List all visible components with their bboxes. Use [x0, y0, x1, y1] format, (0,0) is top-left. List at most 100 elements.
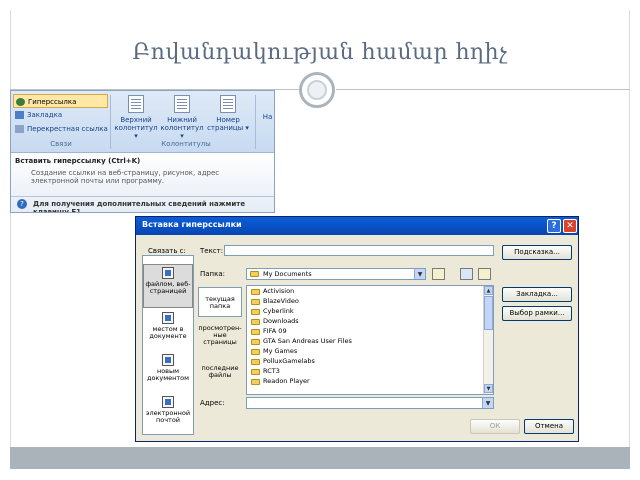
- header-label-1: Верхний: [120, 116, 152, 124]
- folder-icon: [251, 379, 260, 385]
- page-number-label-2: страницы ▾: [207, 124, 249, 132]
- list-item[interactable]: FIFA 09: [251, 327, 287, 336]
- folder-icon: [251, 359, 260, 365]
- link-to-new-document[interactable]: новым документом: [143, 352, 193, 392]
- footer-label-1: Нижний: [167, 116, 197, 124]
- file-list[interactable]: Activision BlazeVideo Cyberlink Download…: [246, 285, 494, 395]
- scroll-down-icon[interactable]: ▼: [484, 384, 493, 393]
- folder-icon: [251, 309, 260, 315]
- list-item[interactable]: BlazeVideo: [251, 297, 299, 306]
- link-to-email[interactable]: электронной почтой: [143, 394, 193, 434]
- slide-border-left: [10, 10, 11, 447]
- link-to-file-webpage[interactable]: файлом, веб- страницей: [143, 264, 193, 308]
- folder-icon: [251, 329, 260, 335]
- browse-file-icon[interactable]: [478, 268, 491, 280]
- folder-icon: [251, 339, 260, 345]
- dialog-titlebar: Вставка гиперссылки ? ✕: [136, 217, 578, 235]
- title-rule-right: [336, 89, 630, 90]
- list-item[interactable]: My Games: [251, 347, 297, 356]
- bookmark-label: Закладка: [27, 111, 63, 119]
- screentip-button[interactable]: Подсказка...: [502, 245, 572, 260]
- up-folder-icon[interactable]: [432, 268, 445, 280]
- ribbon-panel: Гиперссылка Закладка Перекрестная ссылка…: [11, 91, 274, 155]
- target-frame-button[interactable]: Выбор рамки...: [502, 306, 572, 321]
- ribbon-separator: [110, 95, 111, 149]
- list-item[interactable]: PolluxGamelabs: [251, 357, 315, 366]
- help-icon: ?: [17, 199, 27, 209]
- bookmark-icon: [15, 111, 24, 119]
- link-to-label: Связать с:: [148, 247, 186, 255]
- decorative-ring-icon: [299, 72, 335, 108]
- help-button[interactable]: ?: [547, 219, 561, 233]
- folder-label: Папка:: [200, 270, 226, 278]
- list-item[interactable]: Readon Player: [251, 377, 310, 386]
- place-in-document-icon: [162, 312, 174, 324]
- link-to-file-label-2: страницей: [149, 287, 187, 295]
- browsed-pages-label-2: ные страницы: [203, 331, 237, 346]
- link-to-email-label-2: почтой: [155, 416, 181, 424]
- list-item[interactable]: RCT3: [251, 367, 280, 376]
- tooltip-body: Создание ссылки на веб-страницу, рисунок…: [31, 169, 220, 185]
- link-to-new-label-2: документом: [146, 374, 190, 382]
- text-label: Текст:: [200, 247, 224, 255]
- slide-footer-bar: [10, 447, 630, 469]
- link-to-place-in-document[interactable]: местом в документе: [143, 310, 193, 350]
- address-label: Адрес:: [200, 399, 225, 407]
- list-item[interactable]: Downloads: [251, 317, 299, 326]
- search-web-icon[interactable]: [460, 268, 473, 280]
- page-number-button[interactable]: Номер страницы ▾: [206, 95, 250, 137]
- folder-icon: [251, 369, 260, 375]
- list-item[interactable]: Activision: [251, 287, 294, 296]
- cancel-button[interactable]: Отмена: [524, 419, 574, 434]
- tooltip-help-text: Для получения дополнительных сведений на…: [33, 200, 246, 213]
- header-button[interactable]: Верхний колонтитул ▾: [114, 95, 158, 140]
- scroll-up-icon[interactable]: ▲: [484, 286, 493, 295]
- ribbon-separator: [255, 95, 256, 149]
- link-to-place-label-2: документе: [149, 332, 187, 340]
- list-item[interactable]: GTA San Andreas User Files: [251, 337, 352, 346]
- text-input[interactable]: [224, 245, 494, 256]
- recent-files-label-2: файлы: [208, 371, 232, 379]
- hyperlink-tooltip: Вставить гиперссылку (Ctrl+K) Создание с…: [11, 153, 274, 213]
- overflow-button[interactable]: На: [259, 113, 274, 155]
- ok-button[interactable]: ОК: [470, 419, 520, 434]
- folder-icon: [250, 271, 259, 277]
- chevron-down-icon[interactable]: ▼: [414, 269, 425, 279]
- look-in-current-folder[interactable]: текущая папка: [198, 287, 242, 317]
- email-icon: [162, 396, 174, 408]
- slide-title: Բովանդակության համար հղիչ: [132, 40, 508, 65]
- list-item[interactable]: Cyberlink: [251, 307, 294, 316]
- folder-icon: [251, 289, 260, 295]
- bookmark-button[interactable]: Закладка: [13, 108, 108, 122]
- scroll-thumb[interactable]: [484, 296, 493, 330]
- footer-button[interactable]: Нижний колонтитул ▾: [160, 95, 204, 140]
- look-in-browsed-pages[interactable]: просмотрен- ные страницы: [198, 325, 242, 353]
- look-in-bar: текущая папка просмотрен- ные страницы п…: [198, 285, 242, 395]
- overflow-label: На: [262, 113, 273, 121]
- ribbon-screenshot: Гиперссылка Закладка Перекрестная ссылка…: [10, 90, 275, 213]
- chevron-down-icon[interactable]: ▼: [482, 398, 493, 408]
- link-to-bar: файлом, веб- страницей местом в документ…: [142, 255, 194, 435]
- address-input[interactable]: ▼: [246, 397, 494, 409]
- folder-icon: [251, 349, 260, 355]
- folder-value: My Documents: [263, 270, 312, 278]
- tooltip-divider: [11, 196, 274, 197]
- header-icon: [128, 95, 144, 113]
- folder-icon: [251, 299, 260, 305]
- folder-combo[interactable]: My Documents ▼: [246, 268, 426, 280]
- file-list-scrollbar[interactable]: ▲ ▼: [483, 286, 493, 394]
- slide-border-right: [629, 10, 630, 447]
- folder-icon: [251, 319, 260, 325]
- look-in-recent-files[interactable]: последние файлы: [198, 365, 242, 387]
- dialog-title: Вставка гиперссылки: [142, 220, 242, 229]
- bookmark-dialog-button[interactable]: Закладка...: [502, 287, 572, 302]
- current-folder-label-2: папка: [209, 302, 231, 310]
- hyperlink-button[interactable]: Гиперссылка: [13, 94, 108, 108]
- links-group-label: Связи: [50, 140, 72, 148]
- insert-hyperlink-dialog: Вставка гиперссылки ? ✕ Связать с: Текст…: [135, 216, 579, 442]
- close-button[interactable]: ✕: [563, 219, 577, 233]
- cross-reference-icon: [15, 125, 24, 133]
- tooltip-title: Вставить гиперссылку (Ctrl+K): [15, 157, 141, 165]
- cross-reference-button[interactable]: Перекрестная ссылка: [13, 122, 108, 136]
- cross-reference-label: Перекрестная ссылка: [27, 125, 108, 133]
